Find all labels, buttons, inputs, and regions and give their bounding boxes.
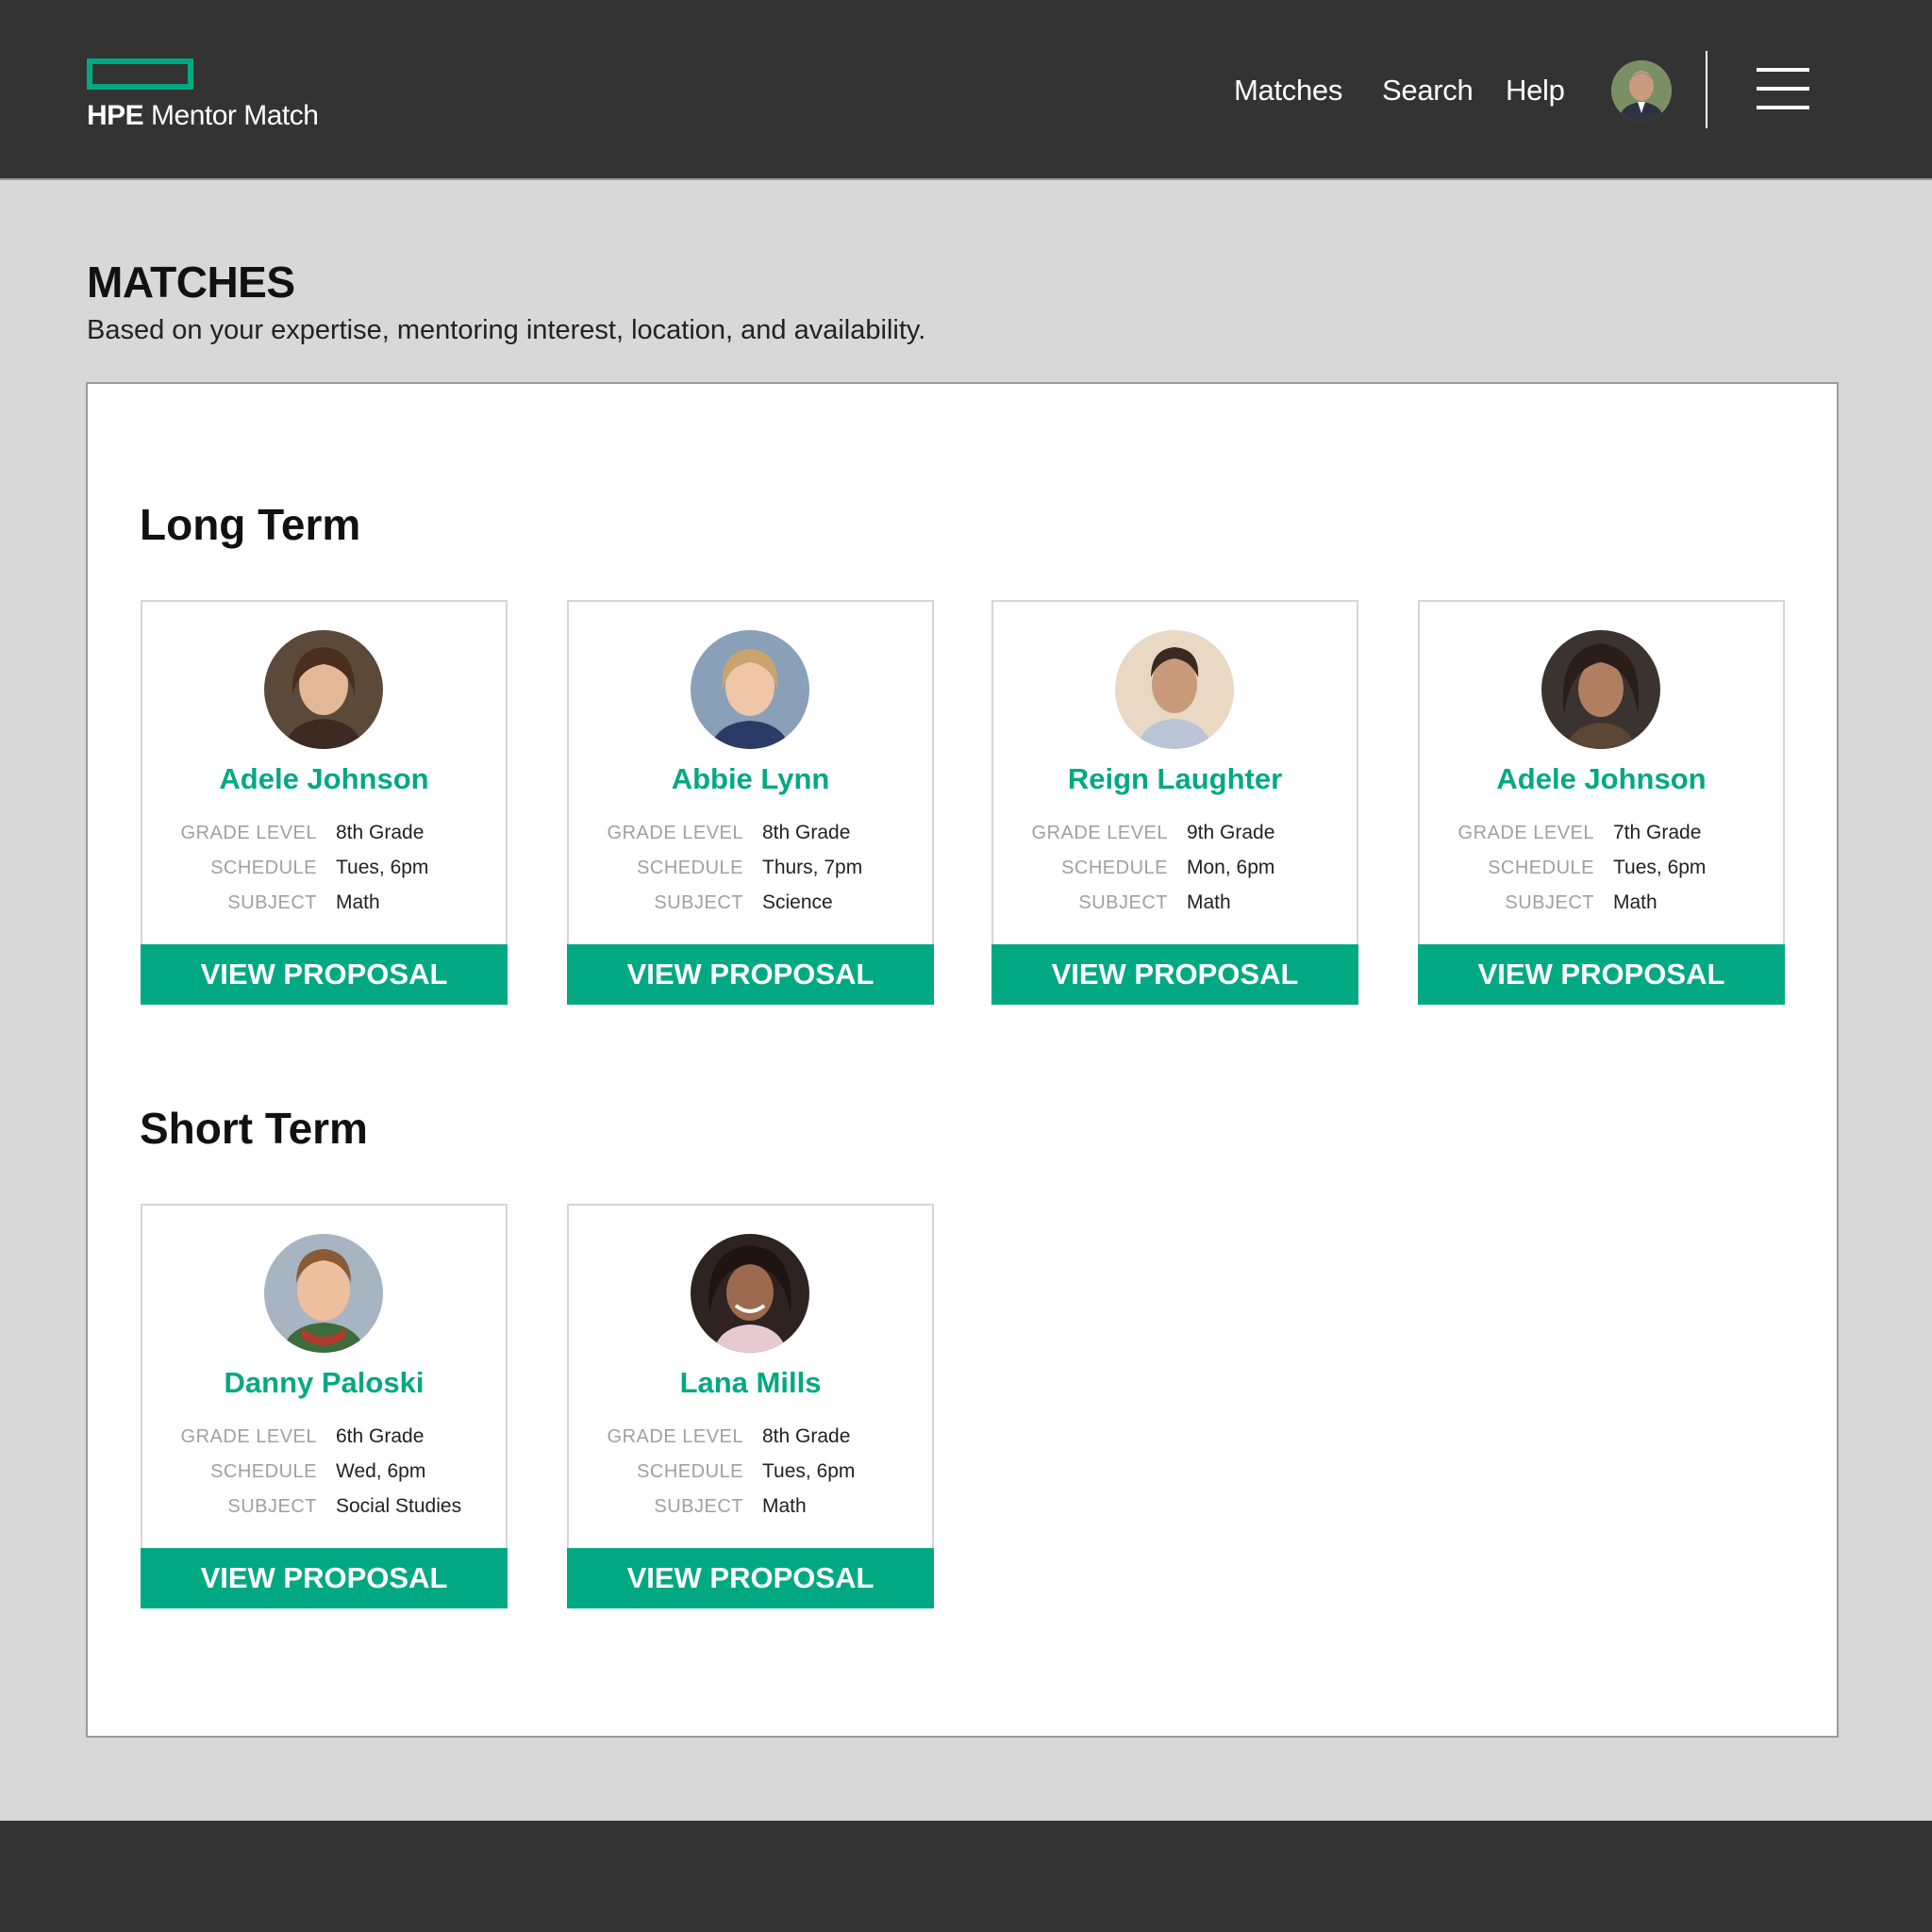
student-photo: [691, 630, 809, 749]
user-avatar[interactable]: [1611, 60, 1672, 121]
schedule-value: Tues, 6pm: [762, 1460, 856, 1482]
student-name[interactable]: Adele Johnson: [142, 762, 506, 796]
student-photo: [691, 1234, 809, 1353]
subject-label: SUBJECT: [227, 892, 317, 913]
grade-level-label: GRADE LEVEL: [180, 823, 317, 843]
schedule-value: Mon, 6pm: [1187, 857, 1275, 878]
view-proposal-button[interactable]: VIEW PROPOSAL: [567, 1548, 934, 1608]
student-name[interactable]: Lana Mills: [569, 1366, 932, 1400]
grade-level-label: GRADE LEVEL: [607, 1426, 743, 1447]
student-photo: [264, 630, 383, 749]
subject-label: SUBJECT: [654, 1496, 743, 1517]
schedule-value: Thurs, 7pm: [762, 857, 863, 878]
logo-product: Mentor Match: [151, 100, 319, 131]
nav-link-search[interactable]: Search: [1382, 74, 1474, 108]
grade-level-label: GRADE LEVEL: [607, 823, 743, 843]
grade-level-label: GRADE LEVEL: [1457, 823, 1594, 843]
subject-value: Science: [762, 891, 833, 913]
match-card: Abbie Lynn GRADE LEVEL 8th Grade SCHEDULE…: [567, 600, 934, 1005]
grade-level-value: 8th Grade: [336, 822, 425, 843]
view-proposal-button[interactable]: VIEW PROPOSAL: [141, 944, 508, 1005]
schedule-value: Wed, 6pm: [336, 1460, 426, 1482]
subject-label: SUBJECT: [654, 892, 743, 913]
page-title: MATCHES: [87, 258, 295, 307]
section-title-long-term: Long Term: [140, 500, 361, 549]
schedule-value: Tues, 6pm: [1613, 857, 1707, 878]
top-navigation-bar: HPE Mentor Match Matches Search Help: [0, 0, 1932, 180]
header-divider: [1706, 51, 1707, 128]
schedule-label: SCHEDULE: [1061, 858, 1168, 878]
student-photo: [1541, 630, 1660, 749]
subject-value: Math: [336, 891, 380, 913]
footer-bar: [0, 1821, 1932, 1932]
student-name[interactable]: Abbie Lynn: [569, 762, 932, 796]
grade-level-value: 6th Grade: [336, 1425, 425, 1447]
match-card: Adele Johnson GRADE LEVEL 8th Grade SCHED…: [141, 600, 508, 1005]
schedule-label: SCHEDULE: [637, 858, 743, 878]
schedule-label: SCHEDULE: [210, 1461, 317, 1482]
hpe-logo-icon: [87, 58, 193, 90]
subject-label: SUBJECT: [1505, 892, 1594, 913]
schedule-label: SCHEDULE: [210, 858, 317, 878]
schedule-label: SCHEDULE: [1488, 858, 1594, 878]
match-card: Adele Johnson GRADE LEVEL 7th Grade SCHED…: [1418, 600, 1785, 1005]
section-title-short-term: Short Term: [140, 1104, 368, 1153]
app-logo-text[interactable]: HPE Mentor Match: [87, 100, 319, 132]
schedule-value: Tues, 6pm: [336, 857, 429, 878]
grade-level-label: GRADE LEVEL: [180, 1426, 317, 1447]
view-proposal-button[interactable]: VIEW PROPOSAL: [141, 1548, 508, 1608]
page-subtitle: Based on your expertise, mentoring inter…: [87, 315, 926, 345]
student-photo: [1115, 630, 1234, 749]
grade-level-value: 8th Grade: [762, 822, 851, 843]
view-proposal-button[interactable]: VIEW PROPOSAL: [1418, 944, 1785, 1005]
match-card: Reign Laughter GRADE LEVEL 9th Grade SCHE…: [991, 600, 1358, 1005]
schedule-label: SCHEDULE: [637, 1461, 743, 1482]
match-card: Danny Paloski GRADE LEVEL 6th Grade SCHED…: [141, 1204, 508, 1608]
nav-link-matches[interactable]: Matches: [1234, 74, 1342, 108]
view-proposal-button[interactable]: VIEW PROPOSAL: [567, 944, 934, 1005]
logo-brand: HPE: [87, 100, 144, 131]
grade-level-value: 9th Grade: [1187, 822, 1275, 843]
student-name[interactable]: Danny Paloski: [142, 1366, 506, 1400]
menu-icon[interactable]: [1757, 68, 1809, 109]
view-proposal-button[interactable]: VIEW PROPOSAL: [991, 944, 1358, 1005]
subject-label: SUBJECT: [1078, 892, 1168, 913]
grade-level-value: 8th Grade: [762, 1425, 851, 1447]
match-card: Lana Mills GRADE LEVEL 8th Grade SCHEDULE…: [567, 1204, 934, 1608]
subject-label: SUBJECT: [227, 1496, 317, 1517]
subject-value: Math: [762, 1495, 807, 1517]
grade-level-value: 7th Grade: [1613, 822, 1702, 843]
subject-value: Math: [1187, 891, 1231, 913]
subject-value: Social Studies: [336, 1495, 462, 1517]
student-name[interactable]: Reign Laughter: [993, 762, 1357, 796]
subject-value: Math: [1613, 891, 1657, 913]
grade-level-label: GRADE LEVEL: [1031, 823, 1168, 843]
matches-panel: Long Term Adele Johnson GRADE LEVEL 8th G…: [86, 382, 1839, 1738]
student-photo: [264, 1234, 383, 1353]
nav-link-help[interactable]: Help: [1506, 74, 1565, 108]
student-name[interactable]: Adele Johnson: [1420, 762, 1783, 796]
